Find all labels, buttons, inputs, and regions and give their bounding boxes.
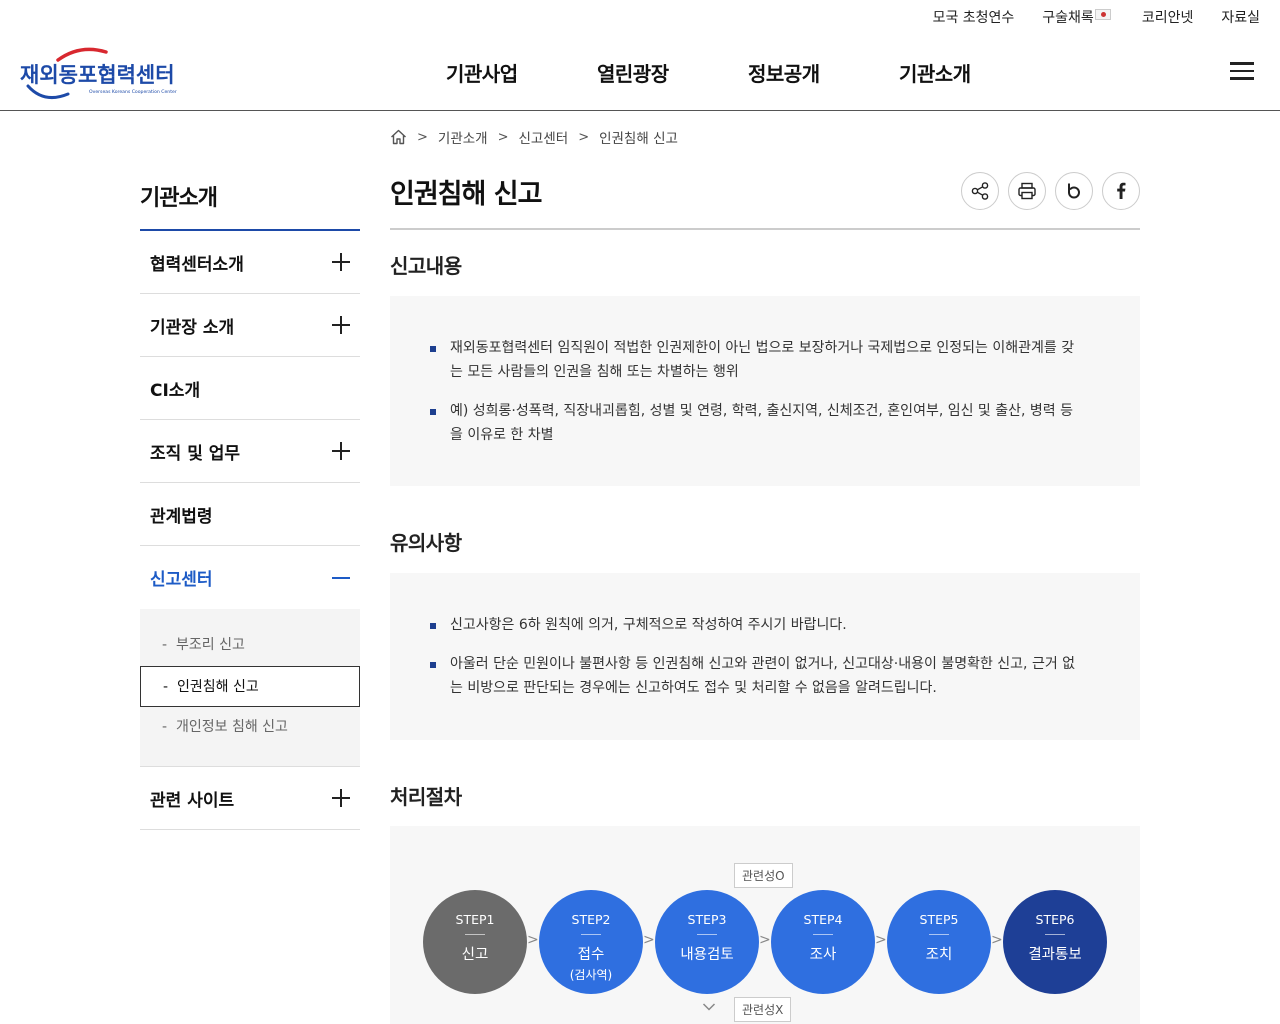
sidebar-item-label: 조직 및 업무 xyxy=(150,443,241,464)
breadcrumb-current: 인권침해 신고 xyxy=(599,131,678,147)
nav-about[interactable]: 기관소개 xyxy=(899,58,1050,87)
utility-link-archive[interactable]: 자료실 xyxy=(1221,7,1260,27)
chevron-right-icon: > xyxy=(759,932,771,948)
process-step-2: STEP2 접수 (검사역) xyxy=(539,890,643,994)
submenu-corruption-report[interactable]: - 부조리 신고 xyxy=(140,625,360,666)
share-icon xyxy=(971,182,989,200)
sidebar-item-label: 관계법령 xyxy=(150,506,213,527)
breadcrumb-link[interactable]: 기관소개 xyxy=(438,127,488,147)
chevron-right-icon: > xyxy=(527,932,539,948)
section-title-process: 처리절차 xyxy=(390,785,462,809)
sidebar-item-label: 신고센터 xyxy=(150,570,213,590)
notice-box: 신고사항은 6하 원칙에 의거, 구체적으로 작성하여 주시기 바랍니다. 아울… xyxy=(390,573,1140,740)
facebook-share-button[interactable] xyxy=(1102,172,1140,210)
sidebar-item-label: CI소개 xyxy=(150,380,201,401)
main-nav: 기관사업 열린광장 정보공개 기관소개 xyxy=(446,58,1050,87)
nav-disclosure[interactable]: 정보공개 xyxy=(748,58,899,87)
home-icon[interactable] xyxy=(390,129,407,145)
svg-text:Overseas Koreans Cooperation C: Overseas Koreans Cooperation Center xyxy=(89,89,177,95)
chevron-right-icon: > xyxy=(875,932,887,948)
page-tools xyxy=(961,172,1140,210)
sidebar-item-ci[interactable]: CI소개 xyxy=(140,357,360,420)
sidebar-item-laws[interactable]: 관계법령 xyxy=(140,483,360,546)
plus-icon xyxy=(332,442,350,460)
utility-nav: 모국 초청연수 구술채록 코리안넷 자료실 xyxy=(933,0,1260,34)
print-icon xyxy=(1018,182,1036,200)
sidebar-item-label: 기관장 소개 xyxy=(150,317,235,338)
svg-text:재외동포협력센터: 재외동포협력센터 xyxy=(20,63,175,87)
utility-link-training[interactable]: 모국 초청연수 xyxy=(933,7,1015,27)
submenu-human-rights-report[interactable]: - 인권침해 신고 xyxy=(140,666,360,707)
submenu-privacy-report[interactable]: - 개인정보 침해 신고 xyxy=(140,707,360,748)
header: 재외동포협력센터 Overseas Koreans Cooperation Ce… xyxy=(0,34,1280,111)
hamburger-menu-icon[interactable] xyxy=(1230,62,1254,80)
sidebar-item-organization[interactable]: 조직 및 업무 xyxy=(140,420,360,483)
process-step-5: STEP5 조치 xyxy=(887,890,991,994)
breadcrumb: > 기관소개 > 신고센터 > 인권침해 신고 xyxy=(390,127,678,147)
list-item: 신고사항은 6하 원칙에 의거, 구체적으로 작성하여 주시기 바랍니다. xyxy=(430,613,1080,637)
process-step-6: STEP6 결과통보 xyxy=(1003,890,1107,994)
process-step-3: STEP3 내용검토 xyxy=(655,890,759,994)
sidebar-item-label: 관련 사이트 xyxy=(150,790,235,811)
sidebar-item-related-sites[interactable]: 관련 사이트 xyxy=(140,767,360,830)
sidebar-nav: 협력센터소개 기관장 소개 CI소개 조직 및 업무 관계법령 신고센터 - 부조… xyxy=(140,229,360,830)
print-button[interactable] xyxy=(1008,172,1046,210)
oral-history-label: 구술채록 xyxy=(1042,10,1094,26)
content-box: 재외동포협력센터 임직원이 적법한 인권제한이 아닌 법으로 보장하거나 국제법… xyxy=(390,296,1140,486)
title-divider xyxy=(390,228,1140,230)
breadcrumb-link[interactable]: 신고센터 xyxy=(519,127,569,147)
process-step-4: STEP4 조사 xyxy=(771,890,875,994)
section-title-content: 신고내용 xyxy=(390,254,462,278)
sidebar-item-director[interactable]: 기관장 소개 xyxy=(140,294,360,357)
utility-link-oral-history[interactable]: 구술채록 xyxy=(1042,7,1114,27)
chevron-right-icon: > xyxy=(991,932,1003,948)
chevron-right-icon: > xyxy=(417,129,428,145)
list-item: 예) 성희롱·성폭력, 직장내괴롭힘, 성별 및 연령, 학력, 출신지역, 신… xyxy=(430,399,1080,447)
nav-open-square[interactable]: 열린광장 xyxy=(597,58,748,87)
process-diagram: 관련성O 관련성X STEP1 신고 > STEP2 접수 (검사역) > STEP3… xyxy=(390,826,1140,1024)
chevron-down-icon xyxy=(702,1003,716,1011)
flag-icon xyxy=(1094,8,1111,20)
chevron-right-icon: > xyxy=(497,129,509,145)
page-title: 인권침해 신고 xyxy=(390,179,542,210)
share-button[interactable] xyxy=(961,172,999,210)
logo-image: 재외동포협력센터 Overseas Koreans Cooperation Ce… xyxy=(20,47,177,100)
relevance-no-tag: 관련성X xyxy=(734,997,792,1022)
plus-icon xyxy=(332,789,350,807)
utility-link-koreannet[interactable]: 코리안넷 xyxy=(1142,7,1194,27)
site-logo[interactable]: 재외동포협력센터 Overseas Koreans Cooperation Ce… xyxy=(18,42,193,102)
list-item: 재외동포협력센터 임직원이 적법한 인권제한이 아닌 법으로 보장하거나 국제법… xyxy=(430,336,1080,384)
sidebar-title: 기관소개 xyxy=(140,186,218,211)
blog-share-button[interactable] xyxy=(1055,172,1093,210)
nav-business[interactable]: 기관사업 xyxy=(446,58,597,87)
plus-icon xyxy=(332,316,350,334)
facebook-icon xyxy=(1117,182,1126,199)
process-step-1: STEP1 신고 xyxy=(423,890,527,994)
sidebar-item-report-center[interactable]: 신고센터 xyxy=(140,546,360,609)
chevron-right-icon: > xyxy=(578,129,590,145)
section-title-notice: 유의사항 xyxy=(390,531,462,555)
list-item: 아울러 단순 민원이나 불편사항 등 인권침해 신고와 관련이 없거나, 신고대… xyxy=(430,652,1080,700)
relevance-yes-tag: 관련성O xyxy=(734,863,793,888)
minus-icon xyxy=(332,569,350,587)
blog-icon xyxy=(1068,183,1080,199)
sidebar-item-label: 협력센터소개 xyxy=(150,254,244,275)
chevron-right-icon: > xyxy=(643,932,655,948)
sidebar-item-center-intro[interactable]: 협력센터소개 xyxy=(140,231,360,294)
plus-icon xyxy=(332,253,350,271)
sidebar-submenu: - 부조리 신고 - 인권침해 신고 - 개인정보 침해 신고 xyxy=(140,609,360,767)
